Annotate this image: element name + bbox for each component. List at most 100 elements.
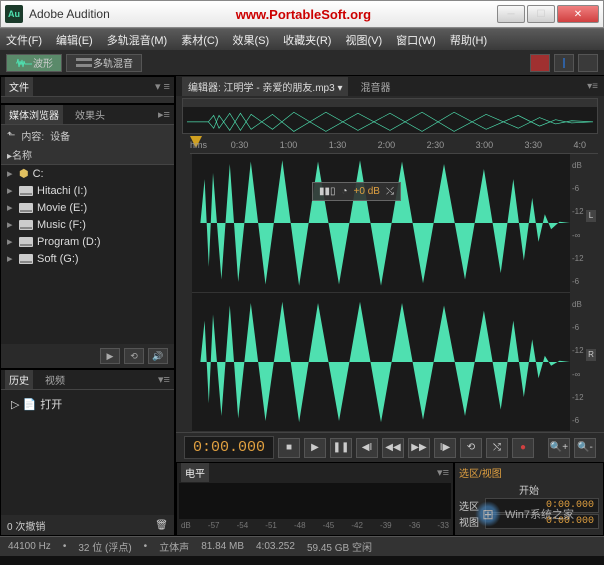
waveform-overview[interactable] — [182, 98, 598, 134]
video-tab[interactable]: 视频 — [41, 370, 69, 389]
close-button[interactable]: ✕ — [557, 5, 599, 23]
ruler-tick: 1:30 — [329, 140, 347, 150]
open-file-icon: ▷ 📄 — [11, 398, 36, 411]
menu-view[interactable]: 视图(V) — [345, 32, 382, 48]
db-tick: -6 — [572, 416, 598, 425]
drive-icon — [19, 220, 33, 230]
preview-loop-button[interactable]: ⟲ — [124, 348, 144, 364]
effects-tab[interactable]: 效果头 — [71, 105, 109, 124]
volume-bars-icon: ▮▮▯ — [319, 186, 336, 197]
record-button[interactable]: ● — [512, 438, 534, 458]
multitrack-mode-button[interactable]: 多轨混音 — [66, 54, 142, 72]
ruler-tick: 3:30 — [525, 140, 543, 150]
db-tick: -12 — [572, 393, 598, 402]
next-marker-button[interactable]: I▶ — [434, 438, 456, 458]
name-column[interactable]: 名称 — [12, 151, 32, 162]
panel-menu-icon[interactable]: ▾ ≡ — [155, 80, 170, 93]
history-tab[interactable]: 历史 — [5, 370, 33, 389]
play-button[interactable]: ▶ — [304, 438, 326, 458]
editor-filename: 江明学 - 亲爱的朋友.mp3 — [224, 83, 335, 94]
tool-pitch-button[interactable] — [578, 54, 598, 72]
panel-menu-icon[interactable]: ▾≡ — [158, 373, 170, 386]
panel-menu-icon[interactable]: ▾≡ — [437, 466, 449, 479]
level-meter[interactable] — [179, 483, 451, 519]
drive-row[interactable]: ▸Hitachi (I:) — [1, 182, 174, 199]
timecode-display[interactable]: 0:00.000 — [184, 436, 274, 459]
menu-window[interactable]: 窗口(W) — [396, 32, 436, 48]
selection-row-label: 选区 — [459, 498, 479, 513]
drive-row[interactable]: ▸Movie (E:) — [1, 199, 174, 216]
level-meter-panel: 电平 ▾≡ dB -57 -54 -51 -48 -45 -42 -39 -36… — [176, 462, 454, 536]
db-tick: -∞ — [572, 231, 598, 240]
forward-button[interactable]: ▶▶ — [408, 438, 430, 458]
drive-icon: ⬢ — [19, 167, 29, 180]
ruler-tick: 2:30 — [427, 140, 445, 150]
drive-label: Hitachi (I:) — [37, 185, 87, 197]
minimize-button[interactable]: ─ — [497, 5, 525, 23]
menu-help[interactable]: 帮助(H) — [450, 32, 487, 48]
panel-menu-icon[interactable]: ▸≡ — [158, 108, 170, 121]
overview-scrollbar[interactable] — [183, 99, 597, 107]
media-browser-tab[interactable]: 媒体浏览器 — [5, 105, 63, 124]
menu-file[interactable]: 文件(F) — [6, 32, 42, 48]
rewind-button[interactable]: ◀◀ — [382, 438, 404, 458]
selection-panel-title: 选区/视图 — [459, 465, 599, 480]
menu-multitrack[interactable]: 多轨混音(M) — [107, 32, 168, 48]
app-logo-icon: Au — [5, 5, 23, 23]
view-start-value[interactable]: 0:00.000 — [485, 514, 599, 529]
waveform-label: 波形 — [33, 55, 53, 70]
drive-row[interactable]: ▸Music (F:) — [1, 216, 174, 233]
clock-icon: ◔ — [342, 186, 348, 197]
trash-icon[interactable]: 🗑 — [155, 520, 168, 531]
history-item[interactable]: ▷ 📄 打开 — [5, 394, 170, 414]
hud-db-value: +0 dB — [354, 186, 380, 197]
editor-tab[interactable]: 编辑器: 江明学 - 亲爱的朋友.mp3 ▾ — [182, 77, 349, 96]
tool-spectral-button[interactable] — [554, 54, 574, 72]
waveform-display[interactable]: ▮▮▯ ◔ +0 dB ⤯ — [192, 154, 570, 432]
status-depth: 32 位 (浮点) — [78, 539, 131, 554]
status-free: 59.45 GB 空闲 — [307, 539, 372, 554]
history-item-label: 打开 — [40, 396, 62, 412]
maximize-button[interactable]: ☐ — [527, 5, 555, 23]
menu-clip[interactable]: 素材(C) — [181, 32, 218, 48]
files-tab[interactable]: 文件 — [5, 77, 33, 96]
content-value: 设备 — [50, 128, 70, 143]
db-tick: -6 — [572, 323, 598, 332]
level-tab[interactable]: 电平 — [181, 463, 209, 482]
preview-play-button[interactable]: ▶ — [100, 348, 120, 364]
menu-favorites[interactable]: 收藏夹(R) — [283, 32, 331, 48]
prev-marker-button[interactable]: ◀I — [356, 438, 378, 458]
up-folder-icon[interactable]: ⬑ — [7, 130, 15, 141]
selection-view-panel: 选区/视图 开始 选区 0:00.000 视图 0:00.000 — [454, 462, 604, 536]
loop-button[interactable]: ⟲ — [460, 438, 482, 458]
time-ruler[interactable]: hms 0:30 1:00 1:30 2:00 2:30 3:00 3:30 4… — [190, 136, 598, 154]
skip-selection-button[interactable]: ⤭ — [486, 438, 508, 458]
window-titlebar: Au Adobe Audition www.PortableSoft.org ─… — [0, 0, 604, 28]
drive-row[interactable]: ▸Program (D:) — [1, 233, 174, 250]
menu-edit[interactable]: 编辑(E) — [56, 32, 93, 48]
tool-red-button[interactable] — [530, 54, 550, 72]
wave-gutter — [182, 154, 192, 432]
volume-hud[interactable]: ▮▮▯ ◔ +0 dB ⤯ — [312, 182, 401, 201]
drive-row[interactable]: ▸Soft (G:) — [1, 250, 174, 267]
drive-row[interactable]: ▸⬢C: — [1, 165, 174, 182]
drive-icon — [19, 254, 33, 264]
files-panel: 文件 ▾ ≡ — [0, 76, 175, 104]
waveform-mode-button[interactable]: 波形 — [6, 54, 62, 72]
zoom-out-button[interactable]: 🔍- — [574, 438, 596, 458]
pin-icon[interactable]: ⤯ — [386, 186, 394, 197]
media-browser-panel: 媒体浏览器 效果头 ▸≡ ⬑ 内容: 设备 ▸名称 ▸⬢C: ▸Hitachi … — [0, 104, 175, 369]
title-url: www.PortableSoft.org — [110, 7, 497, 22]
pause-button[interactable]: ❚❚ — [330, 438, 352, 458]
ruler-tick: 3:00 — [476, 140, 494, 150]
zoom-in-button[interactable]: 🔍+ — [548, 438, 570, 458]
waveform-icon — [15, 56, 33, 70]
preview-autoplay-button[interactable]: 🔊 — [148, 348, 168, 364]
panel-menu-icon[interactable]: ▾≡ — [587, 81, 598, 92]
menu-effects[interactable]: 效果(S) — [233, 32, 270, 48]
mixer-tab[interactable]: 混音器 — [356, 77, 394, 96]
stop-button[interactable]: ■ — [278, 438, 300, 458]
channel-l-label: L — [586, 210, 596, 222]
drive-label: Movie (E:) — [37, 202, 87, 214]
selection-start-value[interactable]: 0:00.000 — [485, 498, 599, 513]
